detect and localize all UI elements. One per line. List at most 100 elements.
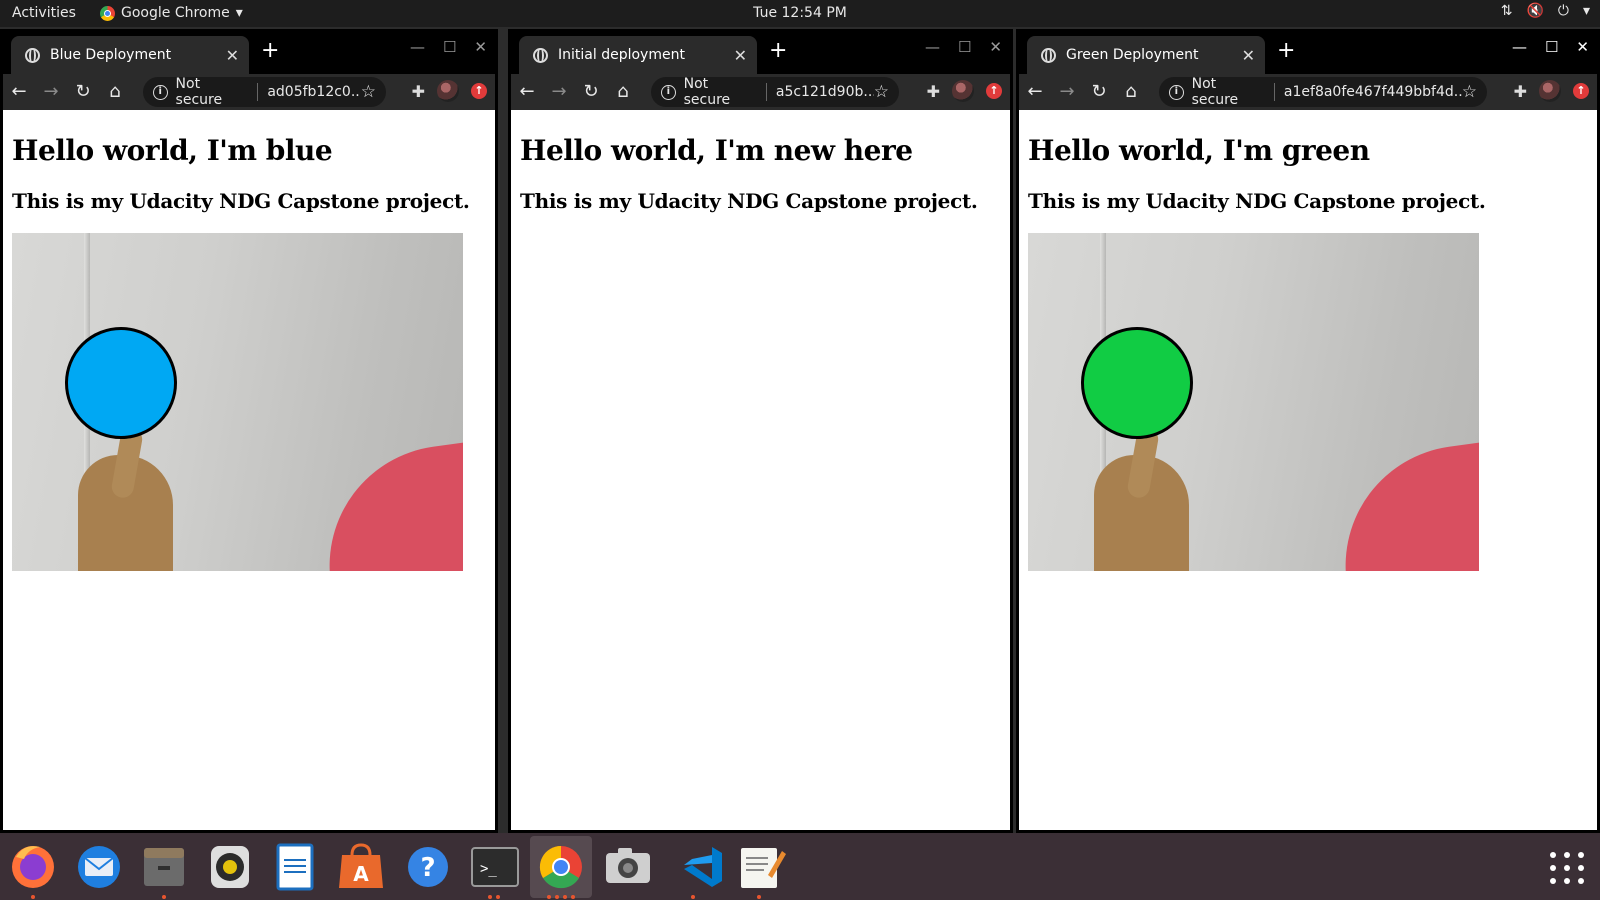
- new-tab-button[interactable]: +: [769, 40, 787, 62]
- toolbar: ← → ↻ ⌂ i Not secure ad05fb12c0... ☆ ✚ ↑: [3, 74, 495, 110]
- forward-arrow-icon[interactable]: →: [543, 83, 575, 101]
- libreoffice-writer-icon[interactable]: [276, 843, 314, 891]
- extensions-icon[interactable]: ✚: [1514, 82, 1527, 101]
- help-icon[interactable]: ?: [408, 847, 448, 887]
- back-arrow-icon[interactable]: ←: [1019, 83, 1051, 101]
- maximize-button[interactable]: ☐: [443, 38, 456, 56]
- toolbar: ← → ↻ ⌂ i Not secure a1ef8a0fe467f449bbf…: [1019, 74, 1597, 110]
- avatar[interactable]: [437, 80, 459, 102]
- reload-icon[interactable]: ↻: [575, 83, 607, 101]
- new-tab-button[interactable]: +: [1277, 40, 1295, 62]
- window-controls: — ☐ ✕: [410, 38, 487, 56]
- not-secure-label: Not secure: [683, 76, 731, 108]
- photo-shirt: [1330, 439, 1479, 571]
- app-menu[interactable]: Google Chrome ▾: [100, 5, 243, 21]
- star-icon[interactable]: ☆: [361, 82, 376, 102]
- maximize-button[interactable]: ☐: [1545, 38, 1558, 56]
- svg-text:>_: >_: [480, 861, 497, 877]
- not-secure-label: Not secure: [175, 76, 223, 108]
- tab-title: Initial deployment: [558, 47, 685, 63]
- info-icon[interactable]: i: [661, 84, 676, 100]
- rhythmbox-icon[interactable]: [211, 846, 249, 888]
- terminal-icon[interactable]: >_: [471, 847, 519, 899]
- divider: [257, 83, 259, 101]
- home-icon[interactable]: ⌂: [607, 83, 639, 101]
- close-tab-icon[interactable]: ✕: [734, 46, 747, 65]
- power-icon: ⏻: [1557, 3, 1569, 19]
- system-tray[interactable]: ⇅ 🔇 ⏻ ▾: [1501, 3, 1590, 19]
- photo-shirt: [314, 439, 463, 571]
- text-editor-icon[interactable]: [741, 848, 786, 899]
- vscode-icon[interactable]: [684, 847, 722, 899]
- files-icon[interactable]: [144, 848, 184, 899]
- chevron-down-icon: ▾: [1582, 3, 1590, 19]
- home-icon[interactable]: ⌂: [99, 83, 131, 101]
- close-tab-icon[interactable]: ✕: [1242, 46, 1255, 65]
- url-text: a5c121d90b...: [775, 84, 874, 100]
- address-bar[interactable]: i Not secure a5c121d90b... ☆: [651, 76, 899, 108]
- extensions-icon[interactable]: ✚: [412, 82, 425, 101]
- reload-icon[interactable]: ↻: [1083, 83, 1115, 101]
- globe-icon: [533, 47, 548, 63]
- url-text: ad05fb12c0...: [267, 84, 361, 100]
- page-content: Hello world, I'm green This is my Udacit…: [1019, 134, 1597, 571]
- update-icon[interactable]: ↑: [986, 83, 1002, 99]
- tab-blue-deployment[interactable]: Blue Deployment ✕: [11, 36, 249, 74]
- clock[interactable]: Tue 12:54 PM: [753, 5, 847, 21]
- not-secure-label: Not secure: [1191, 76, 1239, 108]
- close-window-button[interactable]: ✕: [474, 38, 487, 56]
- thunderbird-icon[interactable]: [78, 846, 120, 888]
- new-tab-button[interactable]: +: [261, 40, 279, 62]
- page-heading: Hello world, I'm green: [1028, 134, 1370, 167]
- close-window-button[interactable]: ✕: [1576, 38, 1589, 56]
- update-icon[interactable]: ↑: [1573, 83, 1589, 99]
- address-bar[interactable]: i Not secure ad05fb12c0... ☆: [143, 76, 386, 108]
- chrome-icon[interactable]: [530, 836, 592, 899]
- tab-green-deployment[interactable]: Green Deployment ✕: [1027, 36, 1265, 74]
- minimize-button[interactable]: —: [1512, 38, 1527, 56]
- globe-icon: [1041, 47, 1056, 63]
- browser-window-blue: Blue Deployment ✕ + — ☐ ✕ ← → ↻ ⌂ i Not …: [0, 29, 498, 833]
- page-content: Hello world, I'm new here This is my Uda…: [511, 134, 1010, 213]
- grid-icon[interactable]: [1550, 852, 1584, 884]
- forward-arrow-icon[interactable]: →: [35, 83, 67, 101]
- firefox-icon[interactable]: [12, 846, 54, 899]
- screenshot-icon[interactable]: [606, 848, 650, 883]
- back-arrow-icon[interactable]: ←: [511, 83, 543, 101]
- page-subheading: This is my Udacity NDG Capstone project.: [520, 189, 978, 213]
- dock: A ? >_: [0, 833, 1600, 900]
- tab-initial-deployment[interactable]: Initial deployment ✕: [519, 36, 757, 74]
- page-heading: Hello world, I'm new here: [520, 134, 913, 167]
- forward-arrow-icon[interactable]: →: [1051, 83, 1083, 101]
- info-icon[interactable]: i: [1169, 84, 1184, 100]
- chrome-icon: [100, 5, 115, 21]
- avatar[interactable]: [952, 80, 974, 102]
- svg-text:A: A: [353, 862, 369, 886]
- top-bar: Activities Google Chrome ▾ Tue 12:54 PM …: [0, 0, 1600, 27]
- toolbar: ← → ↻ ⌂ i Not secure a5c121d90b... ☆ ✚ ↑: [511, 74, 1010, 110]
- tab-title: Green Deployment: [1066, 47, 1199, 63]
- maximize-button[interactable]: ☐: [958, 38, 971, 56]
- minimize-button[interactable]: —: [925, 38, 940, 56]
- star-icon[interactable]: ☆: [874, 82, 889, 102]
- close-window-button[interactable]: ✕: [989, 38, 1002, 56]
- star-icon[interactable]: ☆: [1462, 82, 1477, 102]
- back-arrow-icon[interactable]: ←: [3, 83, 35, 101]
- network-icon: ⇅: [1500, 3, 1513, 19]
- info-icon[interactable]: i: [153, 84, 168, 100]
- minimize-button[interactable]: —: [410, 38, 425, 56]
- green-circle: [1081, 327, 1193, 439]
- update-icon[interactable]: ↑: [471, 83, 487, 99]
- extensions-icon[interactable]: ✚: [927, 82, 940, 101]
- home-icon[interactable]: ⌂: [1115, 83, 1147, 101]
- activities-button[interactable]: Activities: [12, 5, 76, 21]
- avatar[interactable]: [1539, 80, 1561, 102]
- address-bar[interactable]: i Not secure a1ef8a0fe467f449bbf4d... ☆: [1159, 76, 1487, 108]
- page-subheading: This is my Udacity NDG Capstone project.: [12, 189, 470, 213]
- url-text: a1ef8a0fe467f449bbf4d...: [1283, 84, 1462, 100]
- app-menu-label: Google Chrome: [121, 5, 230, 21]
- close-tab-icon[interactable]: ✕: [226, 46, 239, 65]
- tab-strip: Green Deployment ✕ + — ☐ ✕: [1019, 29, 1597, 74]
- software-center-icon[interactable]: A: [339, 843, 383, 888]
- reload-icon[interactable]: ↻: [67, 83, 99, 101]
